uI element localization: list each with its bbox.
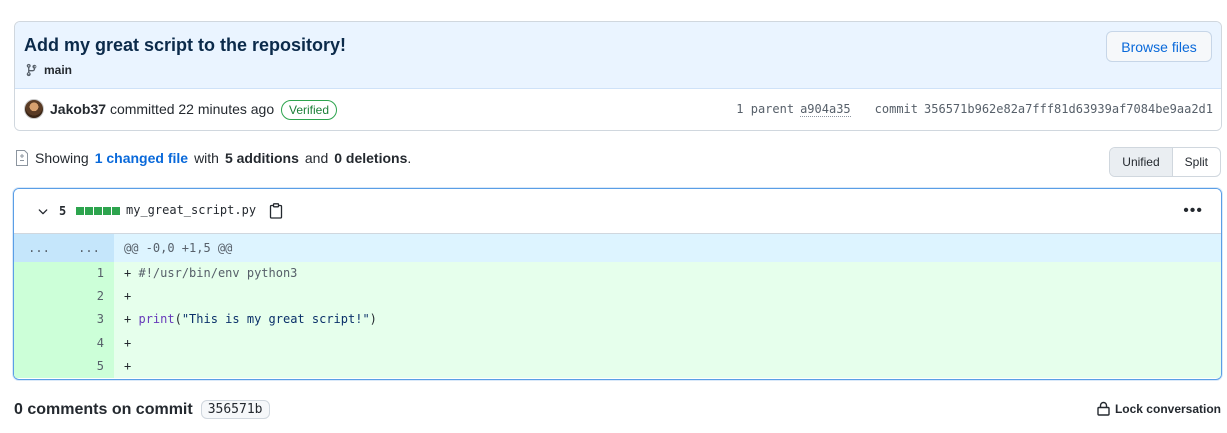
- diff-view-toggle: Unified Split: [1109, 147, 1221, 177]
- hunk-header: @@ -0,0 +1,5 @@: [124, 241, 233, 255]
- author-link[interactable]: Jakob37: [50, 101, 106, 117]
- commit-sha: 356571b962e82a7fff81d63939af7084be9aa2d1: [924, 102, 1213, 116]
- commit-action-text: committed 22 minutes ago: [109, 101, 275, 117]
- verified-badge[interactable]: Verified: [281, 100, 338, 120]
- changed-files-link[interactable]: 1 changed file: [95, 150, 188, 166]
- kebab-icon[interactable]: •••: [1183, 202, 1203, 220]
- diffstat-blocks: [76, 207, 120, 215]
- parent-sha-link[interactable]: a904a35: [800, 102, 851, 117]
- split-view-button[interactable]: Split: [1173, 148, 1220, 176]
- comments-title: 0 comments on commit: [14, 400, 193, 418]
- lock-conversation-button[interactable]: Lock conversation: [1097, 401, 1221, 416]
- branch-icon: [26, 63, 37, 77]
- file-diff-header: 5 my_great_script.py •••: [14, 189, 1221, 234]
- branch-label[interactable]: main: [25, 63, 72, 77]
- stats-and: and: [304, 150, 329, 166]
- line-code: +: [124, 335, 132, 350]
- avatar[interactable]: [24, 99, 44, 119]
- comments-heading: 0 comments on commit 356571b: [14, 400, 270, 419]
- stats-period: .: [407, 150, 412, 166]
- hunk-expand-new[interactable]: ...: [64, 234, 114, 262]
- additions-count: 5: [59, 204, 67, 218]
- copy-icon[interactable]: [269, 203, 283, 219]
- branch-name: main: [44, 63, 73, 77]
- hunk-expand-old[interactable]: ...: [14, 234, 64, 262]
- comments-commit-sha: 356571b: [200, 400, 270, 419]
- browse-files-button[interactable]: Browse files: [1106, 31, 1212, 62]
- hunk-header-row: ... ... @@ -0,0 +1,5 @@: [14, 234, 1221, 262]
- commit-title: Add my great script to the repository!: [24, 35, 347, 55]
- unified-view-button[interactable]: Unified: [1110, 148, 1173, 176]
- line-number[interactable]: 5: [64, 354, 114, 378]
- commit-header-meta: Jakob37 committed 22 minutes ago Verifie…: [15, 89, 1221, 130]
- stats-with: with: [194, 150, 219, 166]
- diff-line: 1 + #!/usr/bin/env python3: [14, 262, 1221, 286]
- line-code: +: [124, 289, 132, 304]
- line-number[interactable]: 1: [64, 262, 114, 286]
- file-diff: 5 my_great_script.py ••• ... ... @@ -0,0…: [13, 188, 1222, 380]
- stats-deletions: 0 deletions: [334, 150, 408, 166]
- diff-line: 5 +: [14, 354, 1221, 378]
- author-line: Jakob37 committed 22 minutes ago: [50, 101, 274, 117]
- commit-label: commit: [874, 102, 919, 116]
- diff-line: 2 +: [14, 285, 1221, 309]
- lock-conversation-label: Lock conversation: [1114, 401, 1221, 416]
- parent-label: 1 parent: [736, 102, 795, 116]
- commit-header-top: Add my great script to the repository! m…: [15, 22, 1221, 89]
- diff-stats: Showing 1 changed file with 5 additions …: [15, 150, 411, 166]
- stats-showing: Showing: [35, 150, 89, 166]
- line-code: +: [124, 358, 132, 373]
- file-name[interactable]: my_great_script.py: [126, 203, 256, 217]
- commit-header: Add my great script to the repository! m…: [14, 21, 1222, 131]
- stats-additions: 5 additions: [224, 150, 299, 166]
- diff-line: 3 + print("This is my great script!"): [14, 308, 1221, 332]
- chevron-down-icon[interactable]: [36, 204, 50, 218]
- line-number[interactable]: 4: [64, 331, 114, 355]
- file-diff-icon: [16, 150, 28, 166]
- line-code: + #!/usr/bin/env python3: [124, 266, 298, 280]
- line-number[interactable]: 2: [64, 285, 114, 309]
- diff-line: 4 +: [14, 331, 1221, 355]
- line-number[interactable]: 3: [64, 308, 114, 332]
- line-code: + print("This is my great script!"): [124, 312, 377, 327]
- lock-icon: [1097, 401, 1110, 416]
- commit-meta: 1 parent a904a35 commit 356571b962e82a7f…: [736, 102, 1213, 117]
